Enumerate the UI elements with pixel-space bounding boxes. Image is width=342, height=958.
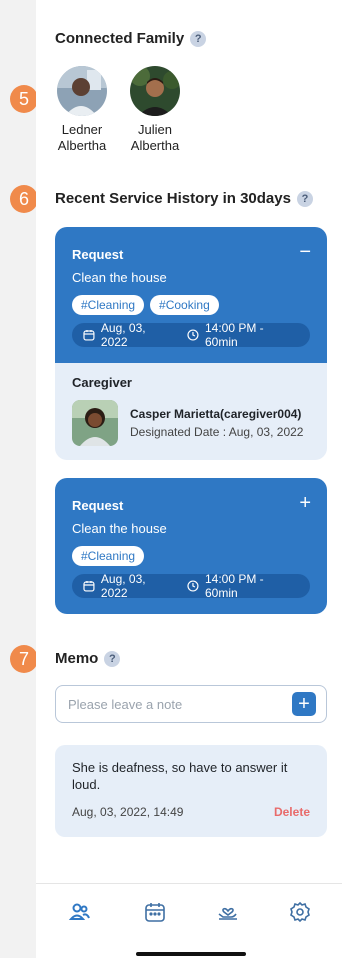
step-badge-5: 5	[10, 85, 38, 113]
member-last-name: Albertha	[57, 138, 107, 153]
bottom-tab-bar	[36, 883, 342, 958]
calendar-icon[interactable]	[143, 900, 167, 924]
memo-section-title: Memo ?	[55, 650, 121, 667]
tag: #Cleaning	[72, 546, 145, 566]
card-date: Aug, 03, 2022	[100, 572, 146, 600]
card-task: Clean the house	[72, 521, 167, 536]
family-title-text: Connected Family	[55, 30, 185, 47]
card-label: Request	[72, 498, 124, 513]
card-time: 14:00 PM - 60min	[204, 321, 264, 349]
tag: #Cooking	[150, 295, 219, 315]
help-icon[interactable]: ?	[296, 190, 313, 207]
service-card[interactable]: Request Clean the house #Cleaning Aug, 0…	[55, 478, 327, 614]
tag: #Cleaning	[72, 295, 145, 315]
designated-date: Designated Date : Aug, 03, 2022	[130, 425, 304, 439]
avatar	[130, 66, 180, 116]
history-title-text: Recent Service History in 30days	[55, 190, 291, 207]
help-icon[interactable]: ?	[190, 30, 207, 47]
memo-text: She is deafness, so have to answer it lo…	[72, 760, 288, 792]
caregiver-photo	[72, 400, 118, 446]
member-last-name: Albertha	[130, 138, 180, 153]
clock-icon	[187, 329, 199, 341]
card-date: Aug, 03, 2022	[100, 321, 146, 349]
card-task: Clean the house	[72, 270, 167, 285]
calendar-icon	[83, 581, 95, 592]
avatar	[57, 66, 107, 116]
history-section-title: Recent Service History in 30days ?	[55, 190, 313, 207]
date-bar: Aug, 03, 2022 14:00 PM - 60min	[72, 321, 310, 349]
service-card[interactable]: Request Clean the house #Cleaning #Cooki…	[55, 227, 327, 460]
memo-entry: She is deafness, so have to answer it lo…	[55, 745, 327, 837]
card-time: 14:00 PM - 60min	[204, 572, 264, 600]
step-badge-6: 6	[10, 185, 38, 213]
app-screen: Connected Family ? Ledner Albertha Julie…	[36, 0, 342, 958]
calendar-icon	[83, 330, 95, 341]
add-memo-button[interactable]: +	[292, 692, 316, 716]
memo-title-text: Memo	[55, 650, 99, 667]
family-icon[interactable]	[68, 900, 92, 924]
delete-memo-button[interactable]: Delete	[274, 805, 310, 819]
member-first-name: Julien	[138, 122, 172, 137]
step-badge-7: 7	[10, 645, 38, 673]
collapse-button[interactable]: −	[299, 241, 311, 264]
caregiver-label: Caregiver	[72, 375, 132, 390]
date-bar: Aug, 03, 2022 14:00 PM - 60min	[72, 572, 310, 600]
family-section-title: Connected Family ?	[55, 30, 207, 47]
card-label: Request	[72, 247, 124, 262]
home-indicator	[136, 952, 246, 956]
memo-timestamp: Aug, 03, 2022, 14:49	[72, 805, 184, 819]
gear-icon[interactable]	[288, 900, 312, 924]
care-icon[interactable]	[216, 900, 240, 924]
memo-input-box: +	[55, 685, 327, 723]
family-member[interactable]: Ledner Albertha	[49, 66, 115, 154]
family-member[interactable]: Julien Albertha	[122, 66, 188, 154]
memo-input[interactable]	[68, 696, 292, 712]
clock-icon	[187, 580, 199, 592]
caregiver-name: Casper Marietta(caregiver004)	[130, 407, 302, 421]
expand-button[interactable]: +	[299, 492, 311, 515]
help-icon[interactable]: ?	[104, 650, 121, 667]
member-first-name: Ledner	[61, 122, 103, 137]
